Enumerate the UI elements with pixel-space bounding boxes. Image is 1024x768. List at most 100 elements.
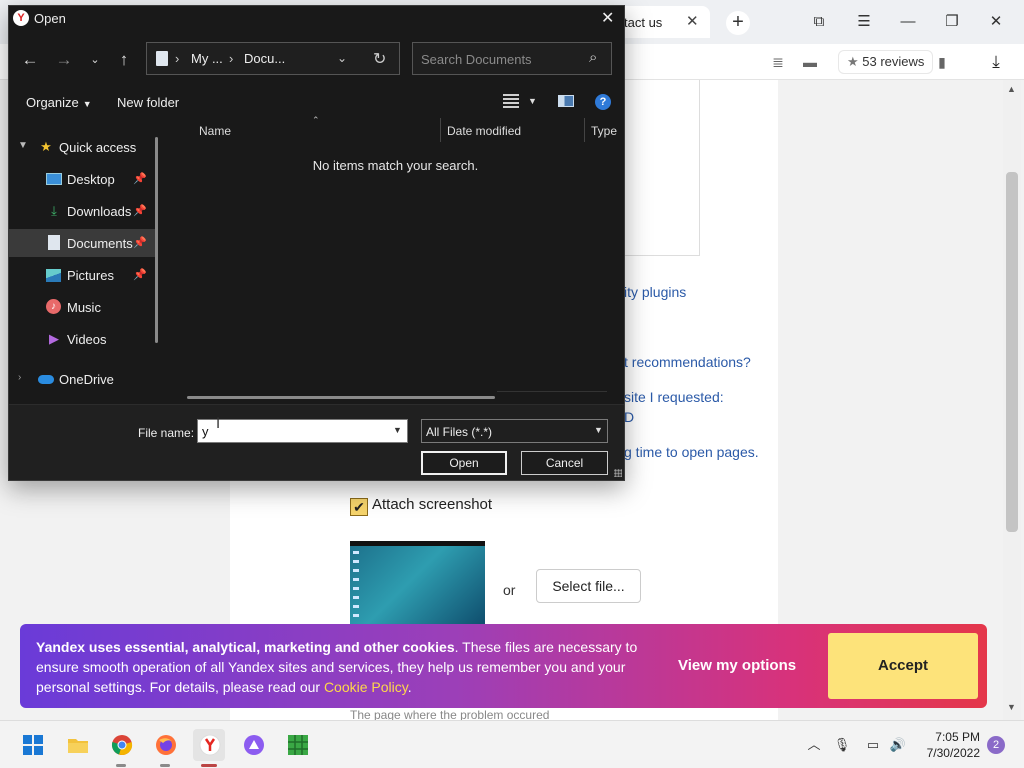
- scroll-down-icon[interactable]: ▼: [1007, 702, 1016, 712]
- taskbar-chrome[interactable]: [105, 729, 137, 767]
- maximize-button[interactable]: ❐: [940, 10, 964, 34]
- nav-label: Desktop: [67, 172, 115, 187]
- page-scrollbar[interactable]: ▲ ▼: [1003, 80, 1021, 720]
- nav-item-pictures[interactable]: Pictures 📌: [9, 261, 155, 289]
- nav-item-music[interactable]: ♪ Music: [9, 293, 155, 321]
- firefox-icon: [156, 735, 176, 755]
- download-icon[interactable]: ⤓: [986, 52, 1006, 72]
- nav-item-downloads[interactable]: ⤓ Downloads 📌: [9, 197, 155, 225]
- star-icon: ★: [847, 54, 859, 69]
- column-name[interactable]: Name: [199, 124, 231, 138]
- minimize-button[interactable]: —: [896, 10, 920, 34]
- chat-icon[interactable]: ▬: [800, 52, 820, 72]
- up-arrow-icon[interactable]: ↑: [112, 48, 136, 72]
- new-folder-button[interactable]: New folder: [117, 95, 179, 110]
- link-site-requested[interactable]: site I requested:: [624, 389, 724, 405]
- nav-item-desktop[interactable]: Desktop 📌: [9, 165, 155, 193]
- screenshot-thumbnail: [350, 541, 485, 629]
- nav-item-documents[interactable]: Documents 📌: [9, 229, 155, 257]
- menu-icon[interactable]: ☰: [852, 10, 876, 34]
- resize-grip-icon[interactable]: [614, 469, 622, 477]
- file-name-combobox[interactable]: ▼: [197, 419, 408, 443]
- attach-screenshot-checkbox[interactable]: ✔ Attach screenshot: [350, 496, 492, 516]
- reviews-badge[interactable]: ★ 53 reviews: [838, 50, 934, 74]
- or-label: or: [503, 582, 516, 598]
- checkbox-checked-icon[interactable]: ✔: [350, 498, 368, 516]
- search-icon[interactable]: ⌕: [589, 49, 597, 66]
- chevron-down-icon[interactable]: ▼: [594, 425, 603, 435]
- search-box[interactable]: ⌕: [412, 42, 612, 75]
- search-input[interactable]: [421, 50, 581, 68]
- select-file-button[interactable]: Select file...: [536, 569, 641, 603]
- expand-chevron-icon[interactable]: ▼: [18, 140, 28, 151]
- view-options-button[interactable]: View my options: [678, 657, 796, 674]
- volume-icon[interactable]: 🔊: [889, 736, 907, 754]
- breadcrumb-segment[interactable]: My ...: [191, 51, 223, 66]
- refresh-icon[interactable]: ↻: [373, 49, 386, 69]
- attach-label: Attach screenshot: [372, 496, 493, 513]
- tab-close-icon[interactable]: ✕: [686, 12, 699, 30]
- column-type[interactable]: Type: [591, 124, 617, 138]
- close-window-button[interactable]: ✕: [984, 10, 1008, 34]
- organize-button[interactable]: Organize ▼: [26, 95, 92, 110]
- cookie-policy-link[interactable]: Cookie Policy: [324, 679, 408, 695]
- address-bar[interactable]: › My ... › Docu... ⌄ ↻: [146, 42, 400, 75]
- recent-locations-chevron-icon[interactable]: ⌄: [83, 48, 107, 72]
- tray-overflow-icon[interactable]: ︿: [805, 736, 823, 754]
- nav-label: Pictures: [67, 268, 114, 283]
- view-options-icon[interactable]: [503, 94, 519, 108]
- help-icon[interactable]: ?: [595, 94, 611, 110]
- accept-cookies-button[interactable]: Accept: [828, 633, 978, 699]
- file-type-select[interactable]: All Files (*.*) ▼: [421, 419, 608, 443]
- desktop-icon: [46, 171, 62, 187]
- taskbar: ︿ 🎙 ▭ 🔊 7:05 PM 7/30/2022 2: [0, 720, 1024, 768]
- reviews-count: 53 reviews: [862, 54, 925, 69]
- dialog-close-icon[interactable]: ✕: [601, 8, 614, 28]
- taskbar-yandex-browser[interactable]: [193, 729, 225, 767]
- open-button[interactable]: Open: [421, 451, 507, 475]
- start-button[interactable]: [16, 729, 48, 761]
- network-icon[interactable]: ▭: [864, 736, 882, 754]
- link-plugins[interactable]: ity plugins: [624, 284, 686, 300]
- address-dropdown-icon[interactable]: ⌄: [337, 51, 347, 65]
- cancel-button[interactable]: Cancel: [521, 451, 608, 475]
- open-file-dialog: Y Open ✕ ← → ⌄ ↑ › My ... › Docu... ⌄ ↻ …: [8, 5, 625, 481]
- taskbar-file-explorer[interactable]: [61, 729, 93, 761]
- file-name-input[interactable]: [202, 423, 382, 439]
- column-separator[interactable]: [584, 118, 585, 142]
- nav-item-quick-access[interactable]: ▼ ★ Quick access: [9, 133, 155, 161]
- file-list: ⌃ Name Date modified Type No items match…: [167, 115, 624, 408]
- microphone-icon[interactable]: 🎙: [833, 736, 851, 754]
- taskbar-firefox[interactable]: [149, 729, 181, 767]
- chevron-down-icon[interactable]: ▼: [393, 425, 402, 435]
- notification-badge[interactable]: 2: [987, 736, 1005, 754]
- column-date-modified[interactable]: Date modified: [447, 124, 521, 138]
- dialog-titlebar[interactable]: Y Open ✕: [9, 6, 624, 30]
- breadcrumb-segment[interactable]: Docu...: [244, 51, 285, 66]
- expand-chevron-icon[interactable]: ›: [18, 372, 21, 383]
- taskbar-alice[interactable]: [237, 729, 269, 761]
- column-separator[interactable]: [440, 118, 441, 142]
- clock[interactable]: 7:05 PM 7/30/2022: [914, 729, 980, 761]
- nav-item-videos[interactable]: ▶ Videos: [9, 325, 155, 353]
- pin-icon: 📌: [133, 205, 147, 217]
- collections-icon[interactable]: ⧉: [807, 10, 831, 34]
- link-slow-pages[interactable]: g time to open pages.: [624, 444, 759, 460]
- new-tab-button[interactable]: +: [726, 11, 750, 35]
- reader-mode-icon[interactable]: ≣: [768, 52, 788, 72]
- scroll-thumb[interactable]: [1006, 172, 1018, 532]
- view-chevron-down-icon[interactable]: ▼: [528, 96, 537, 106]
- bookmark-icon[interactable]: ▮: [932, 52, 952, 72]
- horizontal-scrollbar[interactable]: [187, 396, 495, 399]
- scroll-up-icon[interactable]: ▲: [1007, 84, 1016, 94]
- navpane-scrollbar[interactable]: [155, 137, 158, 343]
- preview-pane-icon[interactable]: [558, 95, 574, 107]
- link-recommendations[interactable]: t recommendations?: [624, 354, 751, 370]
- link-site-requested-cont[interactable]: D: [624, 409, 634, 425]
- nav-item-onedrive[interactable]: › OneDrive: [9, 365, 155, 393]
- taskbar-minesweeper[interactable]: [281, 729, 313, 761]
- videos-icon: ▶: [49, 331, 59, 346]
- forward-arrow-icon[interactable]: →: [52, 48, 76, 72]
- nav-label: Documents: [67, 236, 133, 251]
- back-arrow-icon[interactable]: ←: [18, 48, 42, 72]
